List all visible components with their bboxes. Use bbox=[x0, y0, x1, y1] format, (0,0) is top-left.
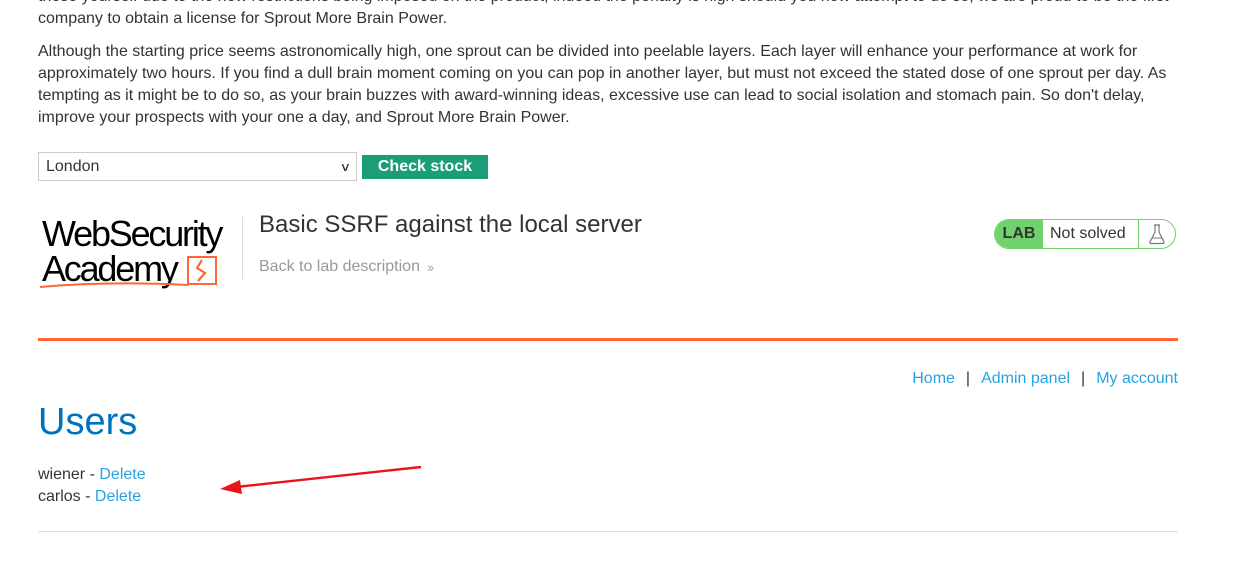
chevron-down-icon: ∨ bbox=[339, 159, 352, 174]
nav-my-account-link[interactable]: My account bbox=[1096, 370, 1178, 388]
delete-user-link[interactable]: Delete bbox=[99, 466, 145, 483]
delete-user-link[interactable]: Delete bbox=[95, 488, 141, 505]
header-orange-rule bbox=[38, 338, 1178, 341]
footer-divider bbox=[38, 531, 1178, 532]
stock-check-form: London ∨ Check stock bbox=[38, 152, 488, 181]
flask-icon bbox=[1139, 220, 1175, 248]
list-item: carlos - Delete bbox=[38, 486, 146, 508]
username-separator: - bbox=[80, 488, 95, 505]
nav-separator: | bbox=[1081, 370, 1086, 387]
lab-badge: LAB bbox=[995, 220, 1043, 248]
back-to-lab-description-link[interactable]: Back to lab description ›› bbox=[259, 258, 434, 276]
user-list: wiener - Delete carlos - Delete bbox=[38, 464, 146, 508]
top-nav: Home | Admin panel | My account bbox=[912, 370, 1178, 388]
username-separator: - bbox=[85, 466, 100, 483]
web-security-academy-logo[interactable]: WebSecurity Academy bbox=[38, 216, 240, 293]
list-item: wiener - Delete bbox=[38, 464, 146, 486]
username: wiener bbox=[38, 466, 86, 483]
lab-title: Basic SSRF against the local server bbox=[259, 211, 642, 238]
store-select-value: London bbox=[46, 157, 100, 175]
nav-separator: | bbox=[965, 370, 971, 387]
lab-status-text: Not solved bbox=[1043, 220, 1139, 248]
double-chevron-right-icon: ›› bbox=[426, 259, 434, 275]
description-paragraph-2: Although the starting price seems astron… bbox=[38, 43, 1167, 126]
nav-home-link[interactable]: Home bbox=[912, 370, 955, 388]
product-description: these yourself due to the new restrictio… bbox=[38, 0, 1178, 140]
back-link-label: Back to lab description bbox=[259, 258, 420, 275]
logo-lightning-icon bbox=[39, 256, 217, 288]
description-paragraph-1: these yourself due to the new restrictio… bbox=[38, 0, 1168, 27]
store-select[interactable]: London ∨ bbox=[38, 152, 357, 181]
page-title: Users bbox=[38, 401, 138, 443]
header-divider bbox=[242, 217, 243, 279]
nav-admin-panel-link[interactable]: Admin panel bbox=[981, 370, 1070, 388]
username: carlos bbox=[38, 488, 81, 505]
lab-status-widget: LAB Not solved bbox=[994, 219, 1176, 249]
check-stock-button[interactable]: Check stock bbox=[362, 154, 488, 179]
